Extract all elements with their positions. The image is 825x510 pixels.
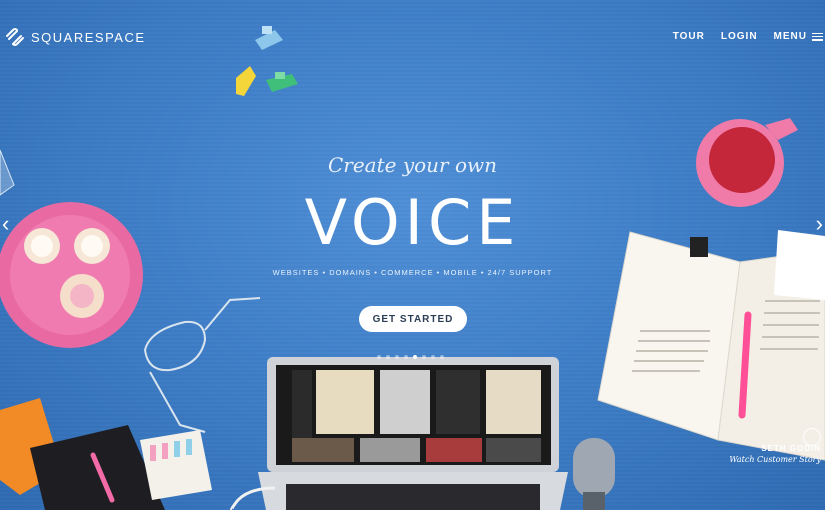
toy-boats: [236, 26, 298, 96]
carousel-dot[interactable]: [440, 355, 444, 359]
squarespace-logo-icon: [6, 28, 24, 46]
get-started-button[interactable]: GET STARTED: [359, 306, 467, 332]
menu-label: MENU: [773, 31, 807, 42]
carousel-dot[interactable]: [395, 355, 399, 359]
hero-features: WEBSITES • DOMAINS • COMMERCE • MOBILE •…: [272, 268, 553, 277]
watch-story-link[interactable]: Watch Customer Story: [729, 455, 821, 464]
top-nav: TOUR LOGIN MENU: [673, 31, 823, 42]
carousel-dot[interactable]: [386, 355, 390, 359]
carousel-dot[interactable]: [422, 355, 426, 359]
carousel-dot[interactable]: [404, 355, 408, 359]
laptop: [258, 357, 568, 510]
brand-name: SQUARESPACE: [31, 29, 146, 45]
hero-tagline: Create your own: [327, 153, 498, 177]
nav-menu-button[interactable]: MENU: [774, 31, 823, 42]
customer-name: SETH GODIN: [761, 444, 821, 453]
carousel-dot[interactable]: [431, 355, 435, 359]
microphone: [573, 438, 615, 510]
eyeglasses: [143, 297, 261, 433]
carousel-dot-active[interactable]: [413, 355, 417, 359]
brand-logo[interactable]: SQUARESPACE: [4, 26, 146, 48]
next-slide-chevron-right-icon[interactable]: ›: [809, 213, 823, 235]
hamburger-icon: [812, 32, 823, 41]
hero-headline: VOICE: [304, 186, 521, 259]
carousel-dot[interactable]: [377, 355, 381, 359]
customer-story-credit[interactable]: SETH GODIN Watch Customer Story: [729, 444, 821, 464]
nav-tour-link[interactable]: TOUR: [673, 31, 705, 42]
nav-login-link[interactable]: LOGIN: [721, 31, 758, 42]
hero-stage: SQUARESPACE TOUR LOGIN MENU Create your …: [0, 0, 825, 510]
carousel-indicators: [377, 355, 444, 359]
prev-slide-chevron-left-icon[interactable]: ‹: [2, 213, 16, 235]
